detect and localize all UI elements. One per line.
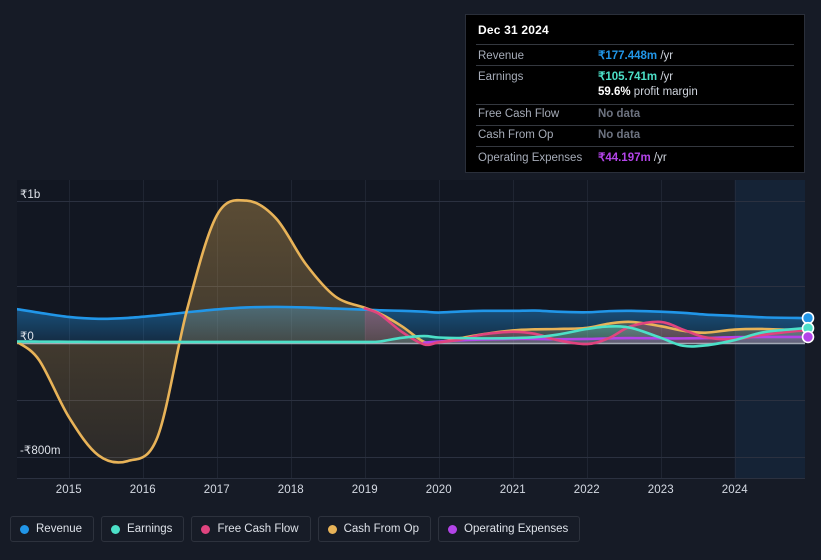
tooltip-row-value: ₹44.197m /yr xyxy=(598,150,667,164)
x-axis-tick-2018: 2018 xyxy=(277,484,304,496)
tooltip-row-value: 59.6% profit margin xyxy=(598,86,698,98)
legend-item-label: Earnings xyxy=(127,523,173,535)
tooltip-row-label: Earnings xyxy=(478,71,524,83)
tooltip-row-amount: ₹177.448m xyxy=(598,50,658,62)
tooltip-row: Revenue ₹177.448m /yr xyxy=(476,44,794,65)
tooltip-row-unit: profit margin xyxy=(630,86,698,98)
x-axis-tick-2021: 2021 xyxy=(499,484,526,496)
x-axis-tick-2020: 2020 xyxy=(425,484,452,496)
legend-item-label: Operating Expenses xyxy=(464,523,569,535)
legend-item-operating-expenses[interactable]: Operating Expenses xyxy=(438,516,581,542)
tooltip-row-amount: ₹44.197m xyxy=(598,152,651,164)
tooltip-row-label: Operating Expenses xyxy=(478,152,583,164)
x-axis-tick-2015: 2015 xyxy=(55,484,82,496)
legend-color-dot-icon xyxy=(448,524,458,534)
tooltip-row-label: Revenue xyxy=(478,50,525,62)
x-axis-tick-2019: 2019 xyxy=(351,484,378,496)
tooltip-row: Operating Expenses ₹44.197m /yr xyxy=(476,146,794,167)
tooltip-row-value: ₹177.448m /yr xyxy=(598,48,673,62)
y-axis-tick-1: ₹0 xyxy=(20,331,34,344)
legend-item-revenue[interactable]: Revenue xyxy=(10,516,95,542)
tooltip-row-label: Cash From Op xyxy=(478,129,554,141)
legend-item-label: Revenue xyxy=(36,523,83,535)
tooltip-row-unit: /yr xyxy=(657,50,674,62)
tooltip-row-unit: /yr xyxy=(657,71,674,83)
tooltip-row: Free Cash Flow No data xyxy=(476,104,794,125)
financial-chart-app: ₹1b ₹0 -₹800m 2015 2016 2017 2018 2019 2020 2021… xyxy=(0,0,821,560)
legend-item-cash-from-op[interactable]: Cash From Op xyxy=(317,516,432,542)
y-axis-tick-2: -₹800m xyxy=(20,444,61,457)
x-axis-tick-2022: 2022 xyxy=(573,484,600,496)
tooltip-row-value: ₹105.741m /yr xyxy=(598,69,673,83)
y-axis-tick-0: ₹1b xyxy=(20,189,41,202)
legend-color-dot-icon xyxy=(201,524,211,534)
legend-color-dot-icon xyxy=(20,524,29,534)
x-axis-tick-2017: 2017 xyxy=(203,484,230,496)
tooltip-date: Dec 31 2024 xyxy=(478,23,549,37)
x-axis-tick-2016: 2016 xyxy=(129,484,156,496)
series-endpoint-markers xyxy=(801,311,815,344)
tooltip-row: Cash From Op No data xyxy=(476,125,794,146)
tooltip-row: 59.6% profit margin xyxy=(476,86,794,104)
tooltip-row-value: No data xyxy=(598,129,640,141)
tooltip-row-label: Free Cash Flow xyxy=(478,108,560,120)
tooltip-row-amount: ₹105.741m xyxy=(598,71,658,83)
chart-legend[interactable]: Revenue Earnings Free Cash Flow Cash From O… xyxy=(10,516,581,542)
legend-color-dot-icon xyxy=(327,524,337,534)
data-tooltip: Dec 31 2024 Revenue ₹177.448m /yr Earnings… xyxy=(465,14,805,173)
tooltip-row-amount: No data xyxy=(598,129,641,141)
x-axis-tick-2023: 2023 xyxy=(647,484,674,496)
tooltip-row-amount: No data xyxy=(598,108,641,120)
legend-item-label: Cash From Op xyxy=(343,523,420,535)
tooltip-row-amount: 59.6% xyxy=(598,86,631,98)
legend-item-earnings[interactable]: Earnings xyxy=(101,516,185,542)
tooltip-row-unit: /yr xyxy=(650,152,667,164)
tooltip-row: Earnings ₹105.741m /yr xyxy=(476,65,794,86)
x-axis-tick-2024: 2024 xyxy=(721,484,748,496)
tooltip-rows: Revenue ₹177.448m /yr Earnings ₹105.741m /y… xyxy=(476,44,794,167)
legend-item-label: Free Cash Flow xyxy=(217,523,299,535)
legend-item-free-cash-flow[interactable]: Free Cash Flow xyxy=(191,516,311,542)
tooltip-row-value: No data xyxy=(598,108,640,120)
legend-color-dot-icon xyxy=(111,524,121,534)
